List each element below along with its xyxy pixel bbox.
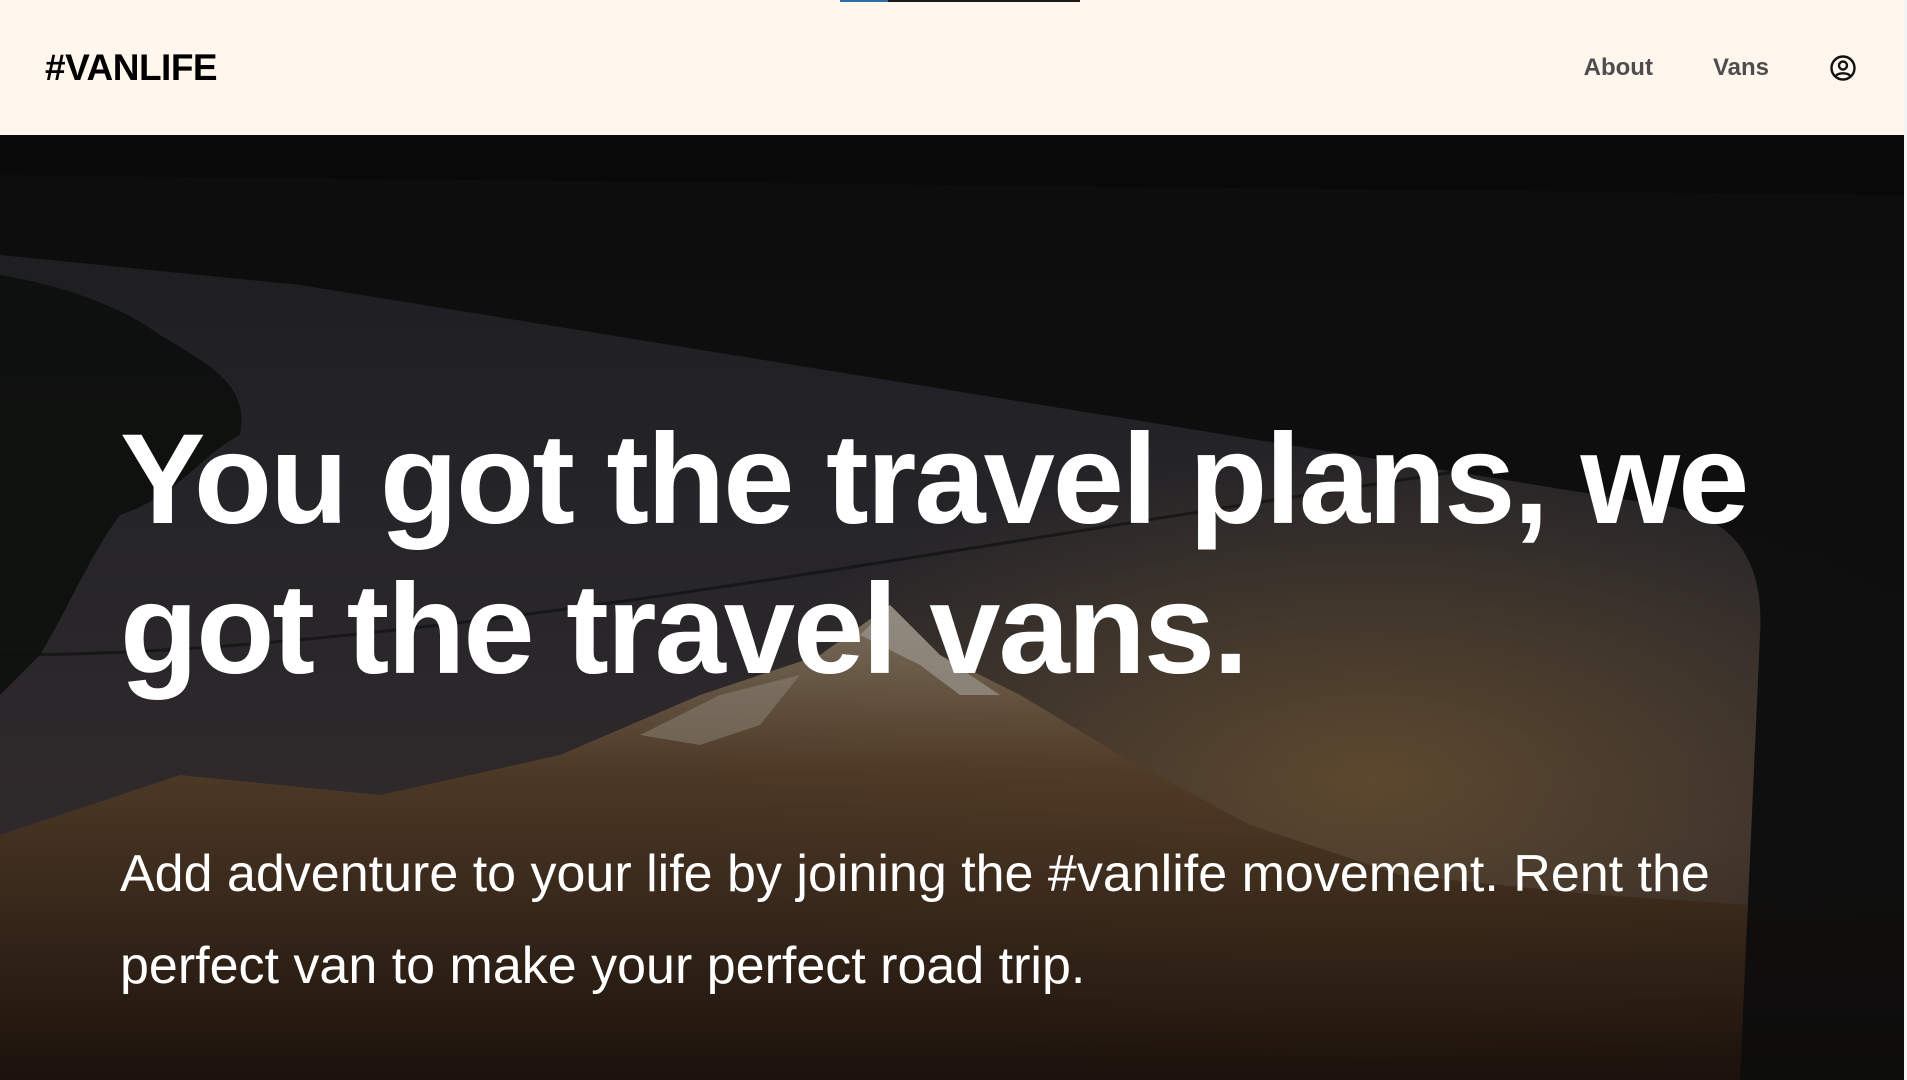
nav-link-about[interactable]: About xyxy=(1584,54,1653,82)
hero-section: You got the travel plans, we got the tra… xyxy=(0,135,1904,1080)
main-nav: About Vans xyxy=(1584,54,1857,82)
hero-content: You got the travel plans, we got the tra… xyxy=(120,405,1820,1012)
loading-progress-fill xyxy=(840,0,888,2)
nav-link-vans[interactable]: Vans xyxy=(1713,54,1769,82)
site-logo[interactable]: #VANLIFE xyxy=(45,47,218,89)
loading-progress-bar xyxy=(840,0,1080,2)
page: #VANLIFE About Vans You got the travel p… xyxy=(0,0,1907,1080)
hero-subline: Add adventure to your life by joining th… xyxy=(120,845,1710,995)
hero-headline: You got the travel plans, we got the tra… xyxy=(120,408,1749,701)
site-header: #VANLIFE About Vans xyxy=(0,0,1904,135)
user-circle-icon[interactable] xyxy=(1829,54,1857,82)
